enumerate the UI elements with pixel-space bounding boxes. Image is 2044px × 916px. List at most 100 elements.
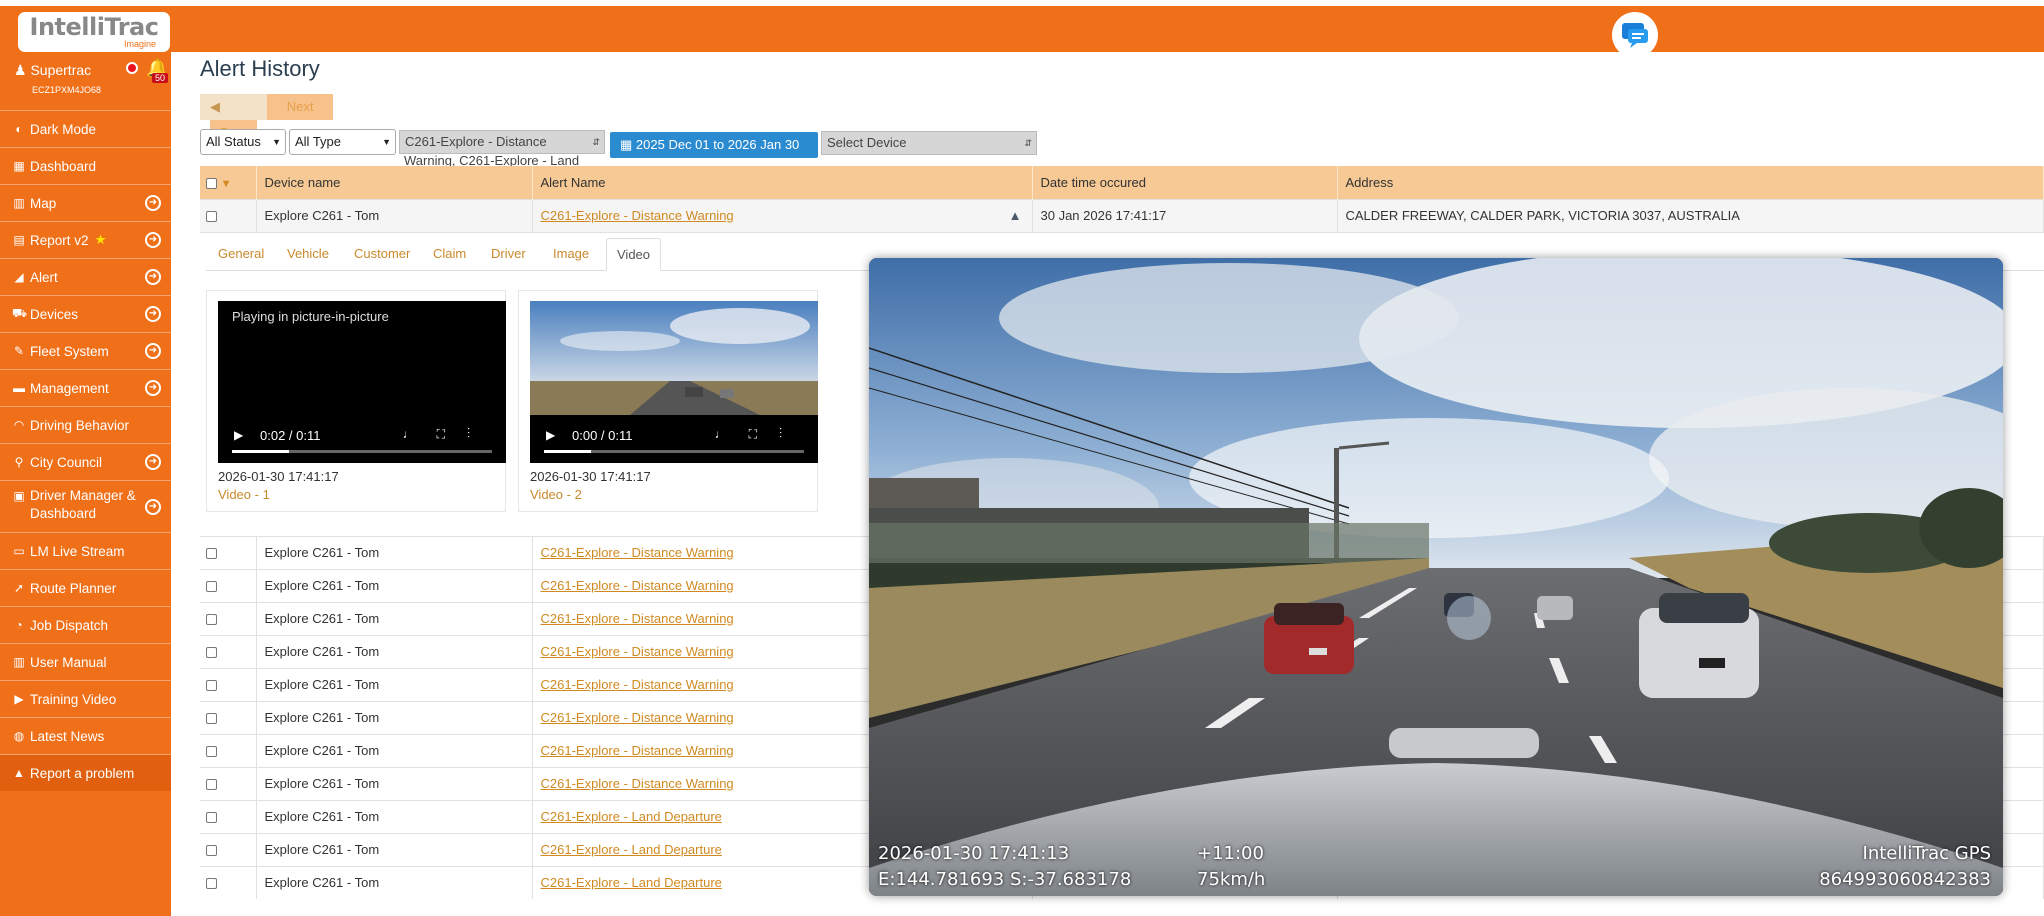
sidebar-item-map[interactable]: ▥ Map ➜: [0, 184, 171, 221]
col-device-name[interactable]: Device name: [256, 166, 533, 199]
row-select[interactable]: [200, 634, 257, 668]
alert-link[interactable]: C261-Explore - Distance Warning: [541, 743, 734, 758]
alert-select[interactable]: C261-Explore - Distance ⇵: [399, 130, 605, 154]
row-checkbox[interactable]: [206, 845, 217, 857]
sidebar-item-latest-news[interactable]: ◍ Latest News: [0, 717, 171, 754]
intellitrac-logo[interactable]: IntelliTrac Imagine: [18, 12, 170, 52]
select-all-checkbox[interactable]: [206, 177, 217, 189]
row-select[interactable]: [200, 700, 257, 734]
row-checkbox[interactable]: [206, 647, 217, 659]
tab-customer[interactable]: Customer: [354, 238, 410, 271]
sidebar-item-training-video[interactable]: ▶ Training Video: [0, 680, 171, 717]
arrow-circle-icon[interactable]: ➜: [145, 343, 161, 359]
row-checkbox[interactable]: [206, 812, 217, 824]
alert-link[interactable]: C261-Explore - Land Departure: [541, 875, 722, 890]
filter-icon[interactable]: ▼: [221, 178, 232, 190]
video-player-2[interactable]: ▶ 0:00 / 0:11 ♩⛶⋮: [530, 301, 818, 463]
arrow-circle-icon[interactable]: ➜: [145, 498, 161, 515]
alert-link[interactable]: C261-Explore - Distance Warning: [541, 677, 734, 692]
tab-driver[interactable]: Driver: [491, 238, 526, 271]
status-select[interactable]: All Status ▼: [200, 129, 286, 155]
alert-link[interactable]: C261-Explore - Distance Warning: [541, 776, 734, 791]
alert-link[interactable]: C261-Explore - Distance Warning: [541, 644, 734, 659]
sidebar-item-report-v2[interactable]: ▤ Report v2 ★ ➜: [0, 221, 171, 258]
sidebar-item-route-planner[interactable]: ➚ Route Planner: [0, 569, 171, 606]
row-select[interactable]: [200, 799, 257, 833]
more-icon[interactable]: ⋮: [779, 427, 804, 441]
header-select[interactable]: ▼: [200, 166, 257, 199]
user-panel[interactable]: ♟ Supertrac ECZ1PXM4JO68 🔔 50: [0, 52, 171, 110]
row-select[interactable]: [200, 198, 257, 232]
tab-claim[interactable]: Claim: [433, 238, 466, 271]
device-select[interactable]: Select Device ⇵: [821, 131, 1037, 155]
row-select[interactable]: [200, 733, 257, 767]
volume-icon[interactable]: ♩: [715, 427, 749, 441]
sidebar-item-devices[interactable]: ⛟ Devices ➜: [0, 295, 171, 332]
sidebar-item-city-council[interactable]: ⚲ City Council ➜: [0, 443, 171, 480]
fullscreen-icon[interactable]: ⛶: [749, 427, 779, 441]
sidebar-item-report-a-problem[interactable]: ▲ Report a problem: [0, 754, 171, 791]
tab-image[interactable]: Image: [553, 238, 589, 271]
tab-general[interactable]: General: [218, 238, 264, 271]
row-select[interactable]: [200, 601, 257, 635]
fullscreen-icon[interactable]: ⛶: [437, 427, 467, 441]
row-select[interactable]: [200, 568, 257, 602]
sidebar-item-lm-live-stream[interactable]: ▭ LM Live Stream: [0, 532, 171, 569]
row-checkbox[interactable]: [206, 581, 217, 593]
chat-button[interactable]: [1612, 12, 1658, 58]
video-progress-bar[interactable]: [232, 450, 492, 453]
row-select[interactable]: [200, 832, 257, 866]
more-icon[interactable]: ⋮: [467, 427, 492, 441]
alert-link[interactable]: C261-Explore - Distance Warning: [541, 710, 734, 725]
row-checkbox[interactable]: [206, 548, 217, 560]
type-select[interactable]: All Type ▼: [289, 129, 396, 155]
camera-icon[interactable]: ▲: [1009, 208, 1022, 223]
row-checkbox[interactable]: [206, 746, 217, 758]
sidebar-item-user-manual[interactable]: ▥ User Manual: [0, 643, 171, 680]
sidebar-item-driving-behavior[interactable]: ◠ Driving Behavior: [0, 406, 171, 443]
sidebar-item-driver-manager-dashboard[interactable]: ▣ Driver Manager & Dashboard ➜: [0, 480, 171, 532]
alert-link[interactable]: C261-Explore - Distance Warning: [541, 208, 734, 223]
video-progress-bar[interactable]: [544, 450, 804, 453]
arrow-circle-icon[interactable]: ➜: [145, 232, 161, 248]
row-select[interactable]: [200, 766, 257, 800]
row-checkbox[interactable]: [206, 878, 217, 890]
alert-link[interactable]: C261-Explore - Distance Warning: [541, 545, 734, 560]
date-range-button[interactable]: ▦ 2025 Dec 01 to 2026 Jan 30: [610, 132, 818, 158]
row-checkbox[interactable]: [206, 713, 217, 725]
tab-video[interactable]: Video: [606, 238, 662, 271]
prev-button[interactable]: ◀ Prev: [200, 94, 267, 146]
row-select[interactable]: [200, 865, 257, 899]
volume-icon[interactable]: ♩: [403, 427, 437, 441]
picture-in-picture-window[interactable]: 2026-01-30 17:41:13 E:144.781693 S:-37.6…: [869, 258, 2003, 896]
sidebar-item-fleet-system[interactable]: ✎ Fleet System ➜: [0, 332, 171, 369]
col-address[interactable]: Address: [1337, 166, 2044, 199]
row-select[interactable]: [200, 535, 257, 569]
play-icon[interactable]: ▶: [546, 428, 555, 442]
arrow-circle-icon[interactable]: ➜: [145, 454, 161, 470]
row-checkbox[interactable]: [206, 614, 217, 626]
alert-link[interactable]: C261-Explore - Distance Warning: [541, 578, 734, 593]
row-checkbox[interactable]: [206, 779, 217, 791]
sidebar-item-management[interactable]: ▬ Management ➜: [0, 369, 171, 406]
arrow-circle-icon[interactable]: ➜: [145, 306, 161, 322]
table-row[interactable]: Explore C261 - Tom C261-Explore - Distan…: [200, 198, 2044, 232]
col-datetime[interactable]: Date time occured: [1032, 166, 1338, 199]
alert-link[interactable]: C261-Explore - Land Departure: [541, 809, 722, 824]
video-player-1[interactable]: Playing in picture-in-picture ▶ 0:02 / 0…: [218, 301, 506, 463]
col-alert-name[interactable]: Alert Name: [532, 166, 1033, 199]
sidebar-item-dashboard[interactable]: ▦ Dashboard: [0, 147, 171, 184]
alert-link[interactable]: C261-Explore - Distance Warning: [541, 611, 734, 626]
tab-vehicle[interactable]: Vehicle: [287, 238, 329, 271]
arrow-circle-icon[interactable]: ➜: [145, 269, 161, 285]
row-checkbox[interactable]: [206, 680, 217, 692]
sidebar-item-job-dispatch[interactable]: ◔ Job Dispatch: [0, 606, 171, 643]
row-select[interactable]: [200, 667, 257, 701]
sidebar-item-dark-mode[interactable]: ◐ Dark Mode: [0, 110, 171, 147]
alert-link[interactable]: C261-Explore - Land Departure: [541, 842, 722, 857]
arrow-circle-icon[interactable]: ➜: [145, 380, 161, 396]
row-checkbox[interactable]: [206, 211, 217, 223]
arrow-circle-icon[interactable]: ➜: [145, 195, 161, 211]
sidebar-item-alert[interactable]: ◢ Alert ➜: [0, 258, 171, 295]
play-icon[interactable]: ▶: [234, 428, 243, 442]
